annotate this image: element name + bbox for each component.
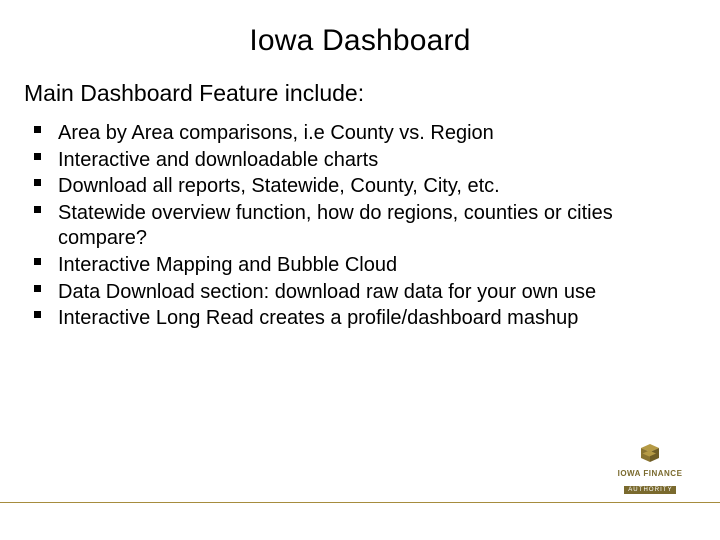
cube-logo-icon xyxy=(632,442,668,468)
list-item-text: Area by Area comparisons, i.e County vs.… xyxy=(58,122,494,144)
logo: IOWA FINANCE AUTHORITY xyxy=(604,442,696,496)
list-item-text: Download all reports, Statewide, County,… xyxy=(58,175,500,197)
list-item: Interactive Long Read creates a profile/… xyxy=(34,306,690,332)
list-item-text: Data Download section: download raw data… xyxy=(58,281,596,303)
list-item: Area by Area comparisons, i.e County vs.… xyxy=(34,121,690,147)
list-item: Download all reports, Statewide, County,… xyxy=(34,174,690,200)
bullet-icon xyxy=(34,206,41,213)
list-item-text: Interactive and downloadable charts xyxy=(58,149,378,171)
logo-text-top: IOWA FINANCE xyxy=(604,470,696,478)
bullet-icon xyxy=(34,179,41,186)
list-item-text: Interactive Mapping and Bubble Cloud xyxy=(58,254,397,276)
page-title: Iowa Dashboard xyxy=(30,24,690,58)
bullet-icon xyxy=(34,153,41,160)
bullet-icon xyxy=(34,311,41,318)
subtitle: Main Dashboard Feature include: xyxy=(24,80,690,107)
list-item-text: Interactive Long Read creates a profile/… xyxy=(58,307,578,329)
logo-text-bottom: AUTHORITY xyxy=(624,486,676,494)
slide: Iowa Dashboard Main Dashboard Feature in… xyxy=(0,0,720,540)
bullet-icon xyxy=(34,258,41,265)
list-item: Statewide overview function, how do regi… xyxy=(34,201,690,252)
list-item: Interactive Mapping and Bubble Cloud xyxy=(34,253,690,279)
footer-divider xyxy=(0,502,720,503)
list-item-text: Statewide overview function, how do regi… xyxy=(58,202,613,250)
list-item: Data Download section: download raw data… xyxy=(34,280,690,306)
bullet-icon xyxy=(34,285,41,292)
list-item: Interactive and downloadable charts xyxy=(34,148,690,174)
feature-list: Area by Area comparisons, i.e County vs.… xyxy=(30,121,690,332)
bullet-icon xyxy=(34,126,41,133)
